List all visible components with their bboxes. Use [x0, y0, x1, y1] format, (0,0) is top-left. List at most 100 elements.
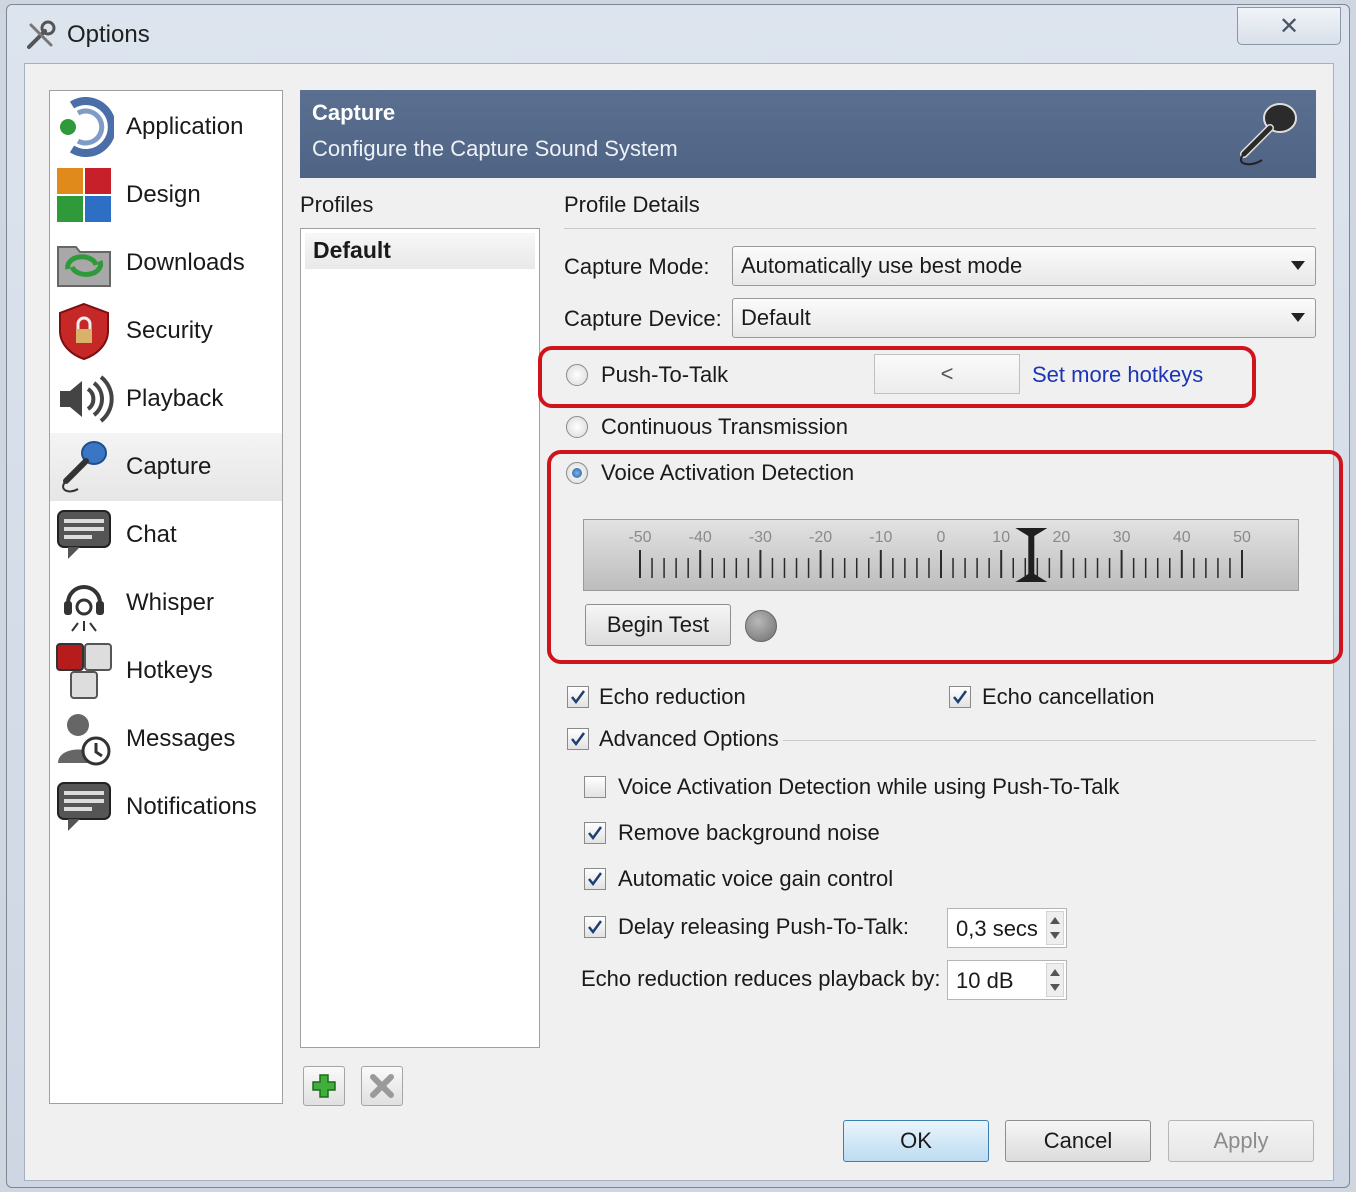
advanced-options-separator: [783, 740, 1316, 741]
echo-reduction-label: Echo reduction: [599, 684, 746, 709]
checkmark-icon: [953, 690, 968, 705]
title-bar[interactable]: Options ✕: [7, 5, 1349, 65]
delay-ptt-checkbox[interactable]: [584, 916, 606, 938]
profile-item-default[interactable]: Default: [305, 233, 535, 269]
sidebar-item-notifications[interactable]: Notifications: [50, 773, 282, 841]
slider-tick-label: -40: [689, 529, 712, 546]
sidebar-item-capture[interactable]: Capture: [50, 433, 282, 501]
microphone-icon: [1239, 103, 1297, 166]
echo-reduction-checkbox[interactable]: [567, 686, 589, 708]
checkmark-icon: [588, 872, 603, 887]
echo-playback-value: 10 dB: [956, 968, 1014, 993]
notifications-icon: [50, 773, 118, 841]
close-button[interactable]: ✕: [1237, 7, 1341, 45]
voice-activation-slider[interactable]: -50 -40 -30 -20 -10 0 10 20 30 40 50: [583, 519, 1299, 591]
sidebar-item-label: Playback: [126, 385, 224, 412]
sidebar-item-label: Messages: [126, 725, 236, 752]
playback-speaker-icon: [50, 365, 118, 433]
echo-cancellation-label: Echo cancellation: [982, 684, 1155, 709]
push-to-talk-radio[interactable]: [566, 364, 588, 386]
apply-button[interactable]: Apply: [1168, 1120, 1314, 1162]
options-window: Options ✕ Application Design Downloads S…: [6, 4, 1350, 1188]
delete-profile-button[interactable]: [361, 1066, 403, 1106]
sidebar-item-label: Application: [126, 113, 244, 140]
capture-mode-select[interactable]: Automatically use best mode: [732, 246, 1316, 286]
sidebar-item-application[interactable]: Application: [50, 93, 282, 161]
sidebar-item-security[interactable]: Security: [50, 297, 282, 365]
sidebar-item-design[interactable]: Design: [50, 161, 282, 229]
advanced-options-checkbox[interactable]: [567, 728, 589, 750]
remove-background-noise-label: Remove background noise: [618, 820, 880, 845]
delay-ptt-value: 0,3 secs: [956, 916, 1038, 941]
push-to-talk-label: Push-To-Talk: [601, 362, 729, 387]
dialog-client-area: Application Design Downloads Security Pl…: [24, 63, 1343, 1181]
capture-mode-value: Automatically use best mode: [741, 253, 1023, 278]
plus-icon: [312, 1074, 336, 1098]
close-icon: ✕: [1278, 12, 1300, 40]
sidebar-item-whisper[interactable]: Whisper: [50, 569, 282, 637]
sidebar-item-downloads[interactable]: Downloads: [50, 229, 282, 297]
echo-cancellation-checkbox[interactable]: [949, 686, 971, 708]
voice-activation-radio[interactable]: [566, 462, 588, 484]
advanced-options-label: Advanced Options: [599, 726, 779, 751]
messages-icon: [50, 705, 118, 773]
sidebar-item-label: Security: [126, 317, 213, 344]
options-tools-icon: [27, 20, 56, 49]
ok-button[interactable]: OK: [843, 1120, 989, 1162]
apply-label: Apply: [1213, 1128, 1269, 1153]
capture-microphone-icon: [50, 433, 118, 501]
cancel-label: Cancel: [1043, 1128, 1113, 1153]
sidebar-item-messages[interactable]: Messages: [50, 705, 282, 773]
slider-tick-label: -10: [869, 529, 892, 546]
slider-tick-label: 20: [1053, 529, 1071, 546]
slider-tick-label: -20: [809, 529, 832, 546]
echo-playback-spinbox[interactable]: 10 dB: [947, 960, 1067, 1000]
voice-indicator-led: [745, 610, 777, 642]
capture-device-label: Capture Device:: [564, 306, 722, 331]
echo-playback-label: Echo reduction reduces playback by:: [581, 966, 941, 991]
header-title: Capture: [312, 100, 396, 125]
slider-tick-label: -30: [749, 529, 772, 546]
slider-tick-label: 30: [1113, 529, 1131, 546]
sidebar-item-hotkeys[interactable]: Hotkeys: [50, 637, 282, 705]
profile-details-label: Profile Details: [564, 192, 700, 217]
automatic-gain-label: Automatic voice gain control: [618, 866, 894, 891]
downloads-icon: [50, 229, 118, 297]
slider-thumb[interactable]: [1015, 528, 1048, 582]
checkmark-icon: [571, 732, 586, 747]
spin-arrows-icon[interactable]: [1046, 911, 1064, 945]
automatic-gain-checkbox[interactable]: [584, 868, 606, 890]
delete-x-icon: [370, 1074, 394, 1098]
sidebar-item-playback[interactable]: Playback: [50, 365, 282, 433]
begin-test-label: Begin Test: [606, 612, 710, 637]
ok-label: OK: [900, 1128, 932, 1153]
remove-background-noise-checkbox[interactable]: [584, 822, 606, 844]
delay-ptt-label: Delay releasing Push-To-Talk:: [618, 914, 910, 939]
hotkeys-icon: [50, 637, 118, 705]
spin-arrows-icon[interactable]: [1046, 963, 1064, 997]
voice-activation-label: Voice Activation Detection: [601, 460, 855, 485]
vad-while-ptt-checkbox[interactable]: [584, 776, 606, 798]
add-profile-button[interactable]: [303, 1066, 345, 1106]
push-to-talk-hotkey-field[interactable]: <: [874, 354, 1020, 394]
window-title: Options: [67, 21, 150, 48]
continuous-transmission-radio[interactable]: [566, 416, 588, 438]
hotkey-value: <: [940, 361, 954, 386]
continuous-transmission-label: Continuous Transmission: [601, 414, 849, 439]
capture-device-value: Default: [741, 305, 811, 330]
set-more-hotkeys-link[interactable]: Set more hotkeys: [1032, 362, 1203, 388]
checkmark-icon: [588, 920, 603, 935]
sidebar-item-chat[interactable]: Chat: [50, 501, 282, 569]
cancel-button[interactable]: Cancel: [1005, 1120, 1151, 1162]
delay-ptt-spinbox[interactable]: 0,3 secs: [947, 908, 1067, 948]
sidebar-item-label: Hotkeys: [126, 657, 213, 684]
sidebar-item-label: Design: [126, 181, 201, 208]
slider-tick-label: 40: [1173, 529, 1191, 546]
begin-test-button[interactable]: Begin Test: [585, 604, 731, 646]
profiles-list[interactable]: Default: [300, 228, 540, 1048]
section-header: Capture Configure the Capture Sound Syst…: [300, 90, 1316, 178]
capture-mode-label: Capture Mode:: [564, 254, 710, 279]
checkmark-icon: [571, 690, 586, 705]
capture-device-select[interactable]: Default: [732, 298, 1316, 338]
profiles-label: Profiles: [300, 192, 374, 217]
